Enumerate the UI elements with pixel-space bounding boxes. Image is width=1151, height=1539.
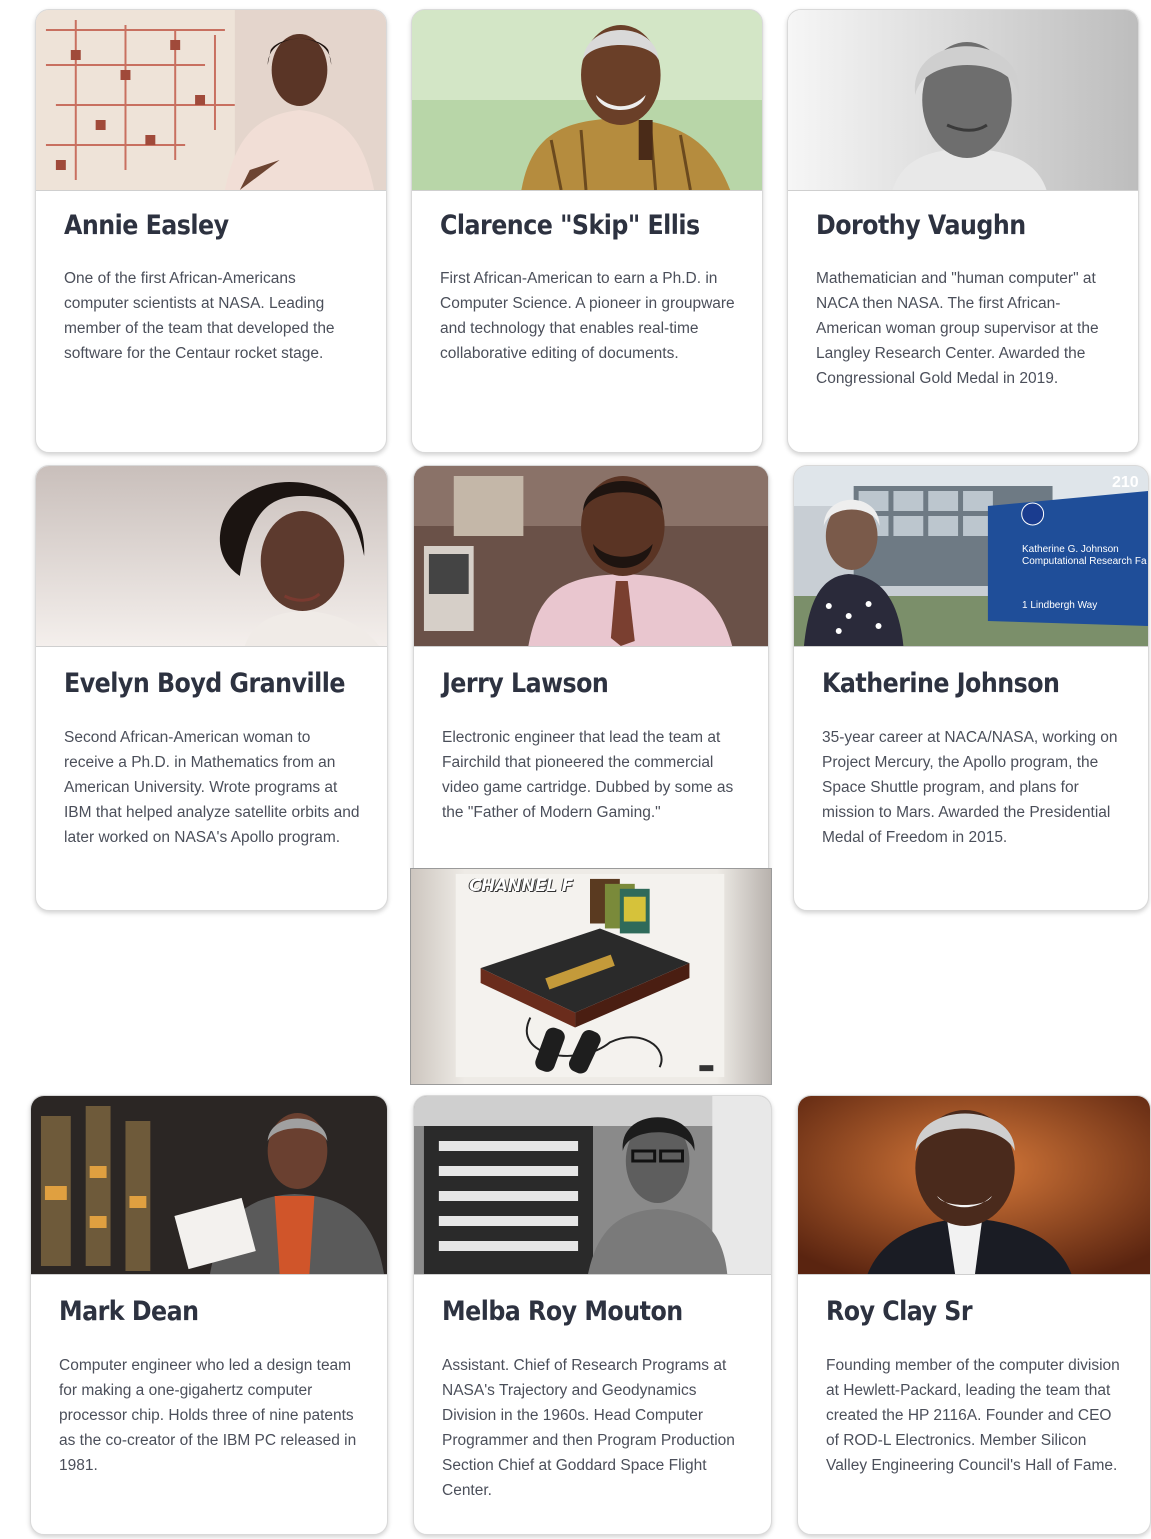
- person-name: Roy Clay Sr: [826, 1296, 973, 1327]
- person-description: Electronic engineer that lead the team a…: [442, 729, 734, 821]
- sign-address: 1 Lindbergh Way: [1022, 600, 1098, 611]
- person-description: One of the first African-Americans compu…: [64, 270, 335, 362]
- photo-dorothy-vaughn: [788, 10, 1138, 191]
- person-name: Jerry Lawson: [442, 668, 609, 699]
- person-name: Mark Dean: [59, 1296, 199, 1327]
- person-name: Evelyn Boyd Granville: [64, 668, 346, 699]
- photo-mark-dean: [31, 1096, 387, 1275]
- person-name: Dorothy Vaughn: [816, 210, 1026, 241]
- profile-card-annie-easley: Annie Easley One of the first African-Am…: [35, 9, 387, 453]
- sign-line-2: Computational Research Fac: [1022, 556, 1147, 567]
- profile-card-melba-roy-mouton: Melba Roy Mouton Assistant. Chief of Res…: [413, 1095, 772, 1535]
- profile-card-katherine-johnson: 210 Katherine G. Johnson Computational R…: [793, 465, 1149, 911]
- person-description: Second African-American woman to receive…: [64, 729, 360, 846]
- person-description: Founding member of the computer division…: [826, 1357, 1120, 1474]
- profile-card-dorothy-vaughn: Dorothy Vaughn Mathematician and "human …: [787, 9, 1139, 453]
- photo-evelyn-boyd-granville: [36, 466, 387, 647]
- profile-card-roy-clay-sr: Roy Clay Sr Founding member of the compu…: [797, 1095, 1151, 1535]
- channel-f-console-image: CHANNEL F: [410, 868, 772, 1085]
- photo-annie-easley: [36, 10, 386, 191]
- photo-jerry-lawson: [414, 466, 768, 647]
- channel-f-logo: CHANNEL F: [469, 876, 573, 896]
- person-name: Annie Easley: [64, 210, 229, 241]
- profile-card-clarence-ellis: Clarence "Skip" Ellis First African-Amer…: [411, 9, 763, 453]
- photo-roy-clay-sr: [798, 1096, 1150, 1275]
- sign-line-1: Katherine G. Johnson: [1022, 544, 1119, 555]
- sign-building-number: 210: [1112, 474, 1139, 491]
- photo-melba-roy-mouton: [414, 1096, 771, 1275]
- person-name: Clarence "Skip" Ellis: [440, 210, 700, 241]
- sign-text: Katherine G. Johnson Computational Resea…: [1022, 544, 1147, 568]
- person-description: Mathematician and "human computer" at NA…: [816, 270, 1099, 387]
- profile-card-mark-dean: Mark Dean Computer engineer who led a de…: [30, 1095, 388, 1535]
- person-description: Assistant. Chief of Research Programs at…: [442, 1357, 735, 1499]
- profile-card-jerry-lawson: Jerry Lawson Electronic engineer that le…: [413, 465, 769, 869]
- person-name: Katherine Johnson: [822, 668, 1060, 699]
- person-name: Melba Roy Mouton: [442, 1296, 683, 1327]
- person-description: 35-year career at NACA/NASA, working on …: [822, 729, 1118, 846]
- person-description: Computer engineer who led a design team …: [59, 1357, 357, 1474]
- photo-katherine-johnson: 210 Katherine G. Johnson Computational R…: [794, 466, 1148, 647]
- person-description: First African-American to earn a Ph.D. i…: [440, 270, 735, 362]
- photo-clarence-ellis: [412, 10, 762, 191]
- profile-card-evelyn-boyd-granville: Evelyn Boyd Granville Second African-Ame…: [35, 465, 388, 911]
